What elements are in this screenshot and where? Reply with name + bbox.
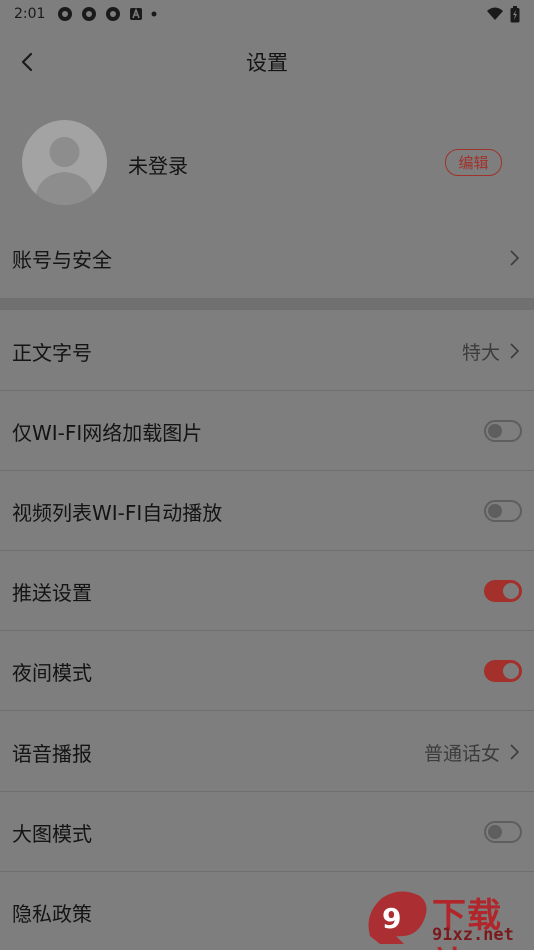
row-label: 推送设置 [12, 580, 92, 605]
notification-icons [57, 6, 157, 22]
status-time: 2:01 [14, 6, 46, 22]
settings-row-push: 推送设置 [0, 551, 534, 631]
video-autoplay-toggle[interactable] [484, 500, 522, 522]
wifi-images-toggle[interactable] [484, 420, 522, 442]
settings-row-voice[interactable]: 语音播报 普通话女 [0, 712, 534, 792]
battery-icon [510, 5, 520, 22]
chevron-right-icon [510, 343, 520, 359]
app-notification-icon [82, 7, 97, 21]
system-icons [486, 5, 520, 23]
night-mode-toggle[interactable] [484, 660, 522, 682]
large-image-toggle[interactable] [484, 821, 522, 843]
settings-row-account-security[interactable]: 账号与安全 [0, 218, 534, 298]
svg-text:9: 9 [382, 902, 401, 935]
row-label: 账号与安全 [12, 247, 112, 272]
row-label: 视频列表WI-FI自动播放 [12, 500, 223, 525]
profile-section[interactable]: 未登录 编辑 [0, 112, 534, 212]
header: 设置 [0, 36, 534, 88]
watermark-url: 91xz.net [432, 925, 514, 945]
edit-button[interactable]: 编辑 [445, 149, 502, 176]
row-label: 语音播报 [12, 741, 92, 766]
settings-row-large-image: 大图模式 [0, 792, 534, 872]
font-size-value: 特大 [461, 341, 500, 364]
row-label: 隐私政策 [12, 901, 92, 926]
app-notification-icon [106, 7, 121, 21]
voice-value: 普通话女 [423, 742, 500, 765]
a-notification-icon [130, 7, 143, 20]
avatar[interactable] [22, 120, 107, 205]
profile-name: 未登录 [128, 154, 188, 178]
app-notification-icon [58, 7, 73, 21]
back-button[interactable] [12, 46, 42, 78]
settings-row-video-autoplay: 视频列表WI-FI自动播放 [0, 471, 534, 551]
row-label: 仅WI-FI网络加载图片 [12, 420, 203, 445]
settings-row-font-size[interactable]: 正文字号 特大 [0, 311, 534, 391]
chevron-right-icon [510, 250, 520, 266]
dot-icon [151, 11, 157, 17]
settings-row-wifi-images: 仅WI-FI网络加载图片 [0, 391, 534, 471]
back-arrow-icon [21, 52, 33, 72]
section-divider [0, 298, 534, 310]
row-label: 大图模式 [12, 821, 92, 846]
status-bar: 2:01 [0, 0, 534, 28]
wifi-icon [487, 7, 503, 20]
push-toggle[interactable] [484, 580, 522, 602]
settings-row-night-mode: 夜间模式 [0, 631, 534, 711]
page-title: 设置 [246, 51, 288, 75]
row-label: 夜间模式 [12, 660, 92, 685]
default-user-icon [34, 137, 95, 205]
row-label: 正文字号 [12, 340, 92, 365]
chevron-right-icon [510, 744, 520, 760]
